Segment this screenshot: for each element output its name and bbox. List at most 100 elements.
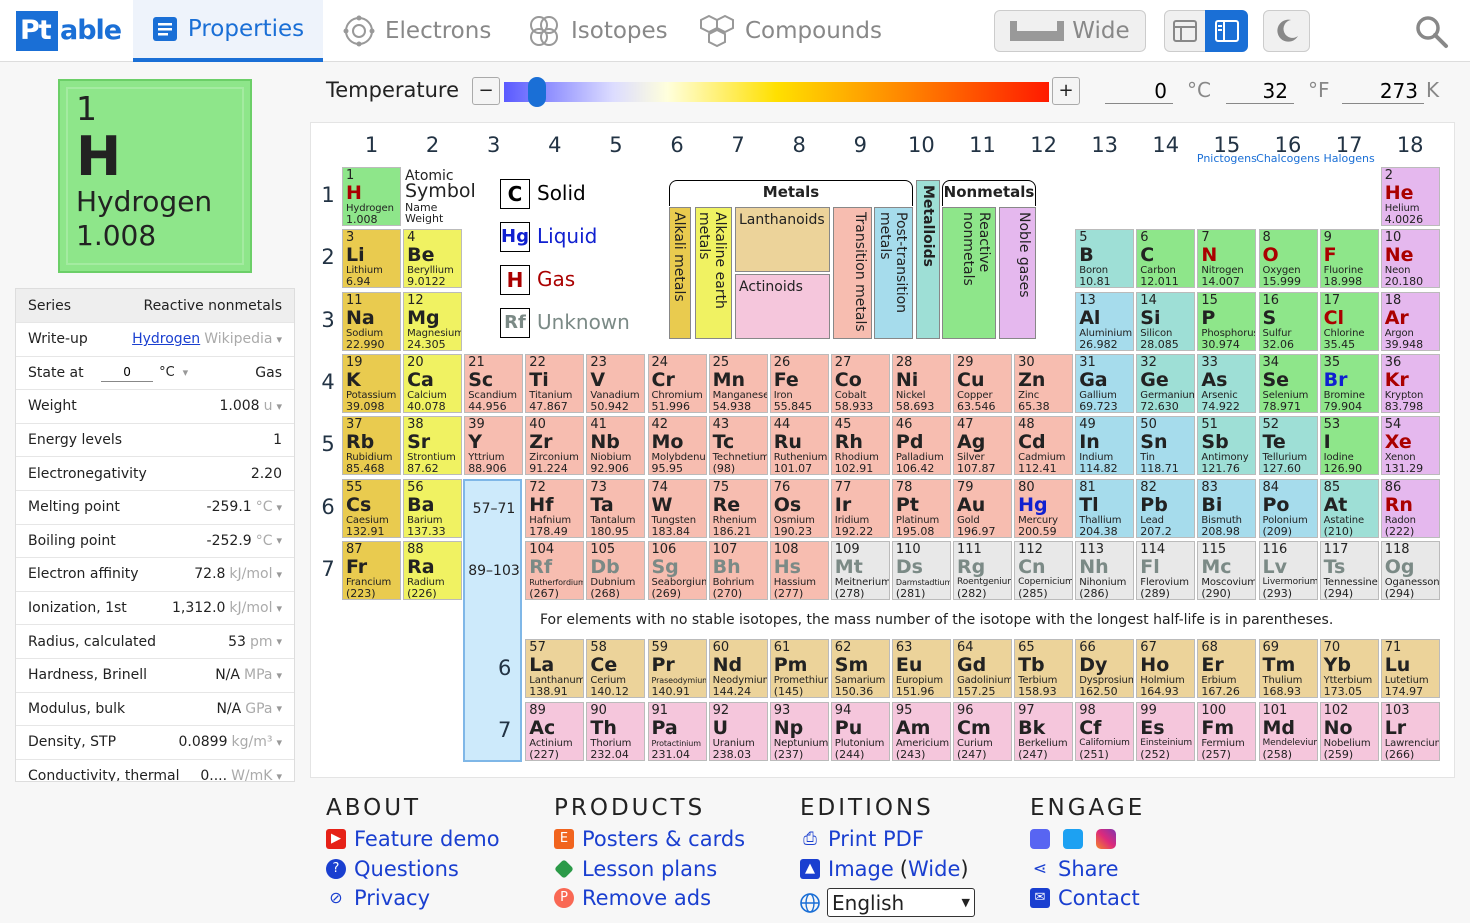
element-cell[interactable]: 22 Ti Titanium 47.867 (525, 353, 585, 413)
element-cell[interactable]: 7 N Nitrogen 14.007 (1197, 229, 1257, 289)
element-cell[interactable]: 53 I Iodine 126.90 (1319, 416, 1379, 476)
property-row[interactable]: Ionization, 1st 1,312.0 kJ/mol ▾ (16, 592, 294, 626)
element-cell[interactable]: 36 Kr Krypton 83.798 (1380, 353, 1440, 413)
element-cell[interactable]: 47 Ag Silver 107.87 (953, 416, 1012, 476)
period-number[interactable]: 7 (318, 557, 338, 581)
period-number[interactable]: 5 (318, 432, 338, 456)
element-cell[interactable]: 37 Rb Rubidium 85.468 (342, 416, 401, 476)
element-cell[interactable]: 108 Hs Hassium (277) (769, 540, 829, 600)
property-row[interactable]: Write-up Hydrogen Wikipedia ▾ (16, 323, 294, 357)
element-cell[interactable]: 66 Dy Dysprosium 162.50 (1075, 639, 1135, 698)
element-cell[interactable]: 82 Pb Lead 207.2 (1136, 478, 1196, 538)
property-row[interactable]: Radius, calculated 53 pm ▾ (16, 625, 294, 659)
element-cell[interactable]: 67 Ho Holmium 164.93 (1136, 639, 1196, 698)
tab-compounds[interactable]: Compounds (699, 0, 882, 62)
element-cell[interactable]: 11 Na Sodium 22.990 (342, 291, 401, 351)
element-cell[interactable]: 4 Be Beryllium 9.0122 (403, 229, 463, 289)
period-number[interactable]: 2 (318, 245, 338, 269)
legend-noble-gases[interactable]: Noble gases (999, 207, 1036, 339)
element-cell[interactable]: 61 Pm Promethium (145) (769, 639, 829, 698)
fahrenheit-input[interactable] (1226, 78, 1294, 104)
element-cell[interactable]: 103 Lr Lawrencium (266) (1380, 702, 1440, 761)
element-cell[interactable]: 17 Cl Chlorine 35.45 (1319, 291, 1379, 351)
element-cell[interactable]: 88 Ra Radium (226) (403, 540, 463, 600)
element-cell[interactable]: 48 Cd Cadmium 112.41 (1014, 416, 1074, 476)
layout-sidebar-button[interactable] (1205, 10, 1248, 52)
element-cell[interactable]: 29 Cu Copper 63.546 (953, 353, 1012, 413)
element-cell[interactable]: 116 Lv Livermorium (293) (1258, 540, 1318, 600)
element-cell[interactable]: 85 At Astatine (210) (1319, 478, 1379, 538)
group-number[interactable]: 12 (1014, 133, 1074, 157)
tab-electrons[interactable]: Electrons (343, 0, 491, 62)
element-cell[interactable]: 115 Mc Moscovium (290) (1197, 540, 1257, 600)
element-cell[interactable]: 86 Rn Radon (222) (1380, 478, 1440, 538)
element-cell[interactable]: 2 He Helium 4.0026 (1380, 167, 1440, 226)
period-number[interactable]: 1 (318, 183, 338, 207)
element-cell[interactable]: 59 Pr Praseodymium 140.91 (647, 639, 707, 698)
legend-actinoids[interactable]: Actinoids (735, 274, 830, 339)
tab-isotopes[interactable]: Isotopes (527, 0, 668, 62)
element-cell[interactable]: 62 Sm Samarium 150.36 (830, 639, 890, 698)
element-cell[interactable]: 52 Te Tellurium 127.60 (1258, 416, 1318, 476)
element-cell[interactable]: 92 U Uranium 238.03 (708, 702, 768, 761)
period-number[interactable]: 6 (318, 495, 338, 519)
element-cell[interactable]: 54 Xe Xenon 131.29 (1380, 416, 1440, 476)
element-cell[interactable]: 56 Ba Barium 137.33 (403, 478, 463, 538)
element-cell[interactable]: 73 Ta Tantalum 180.95 (586, 478, 646, 538)
element-cell[interactable]: 34 Se Selenium 78.971 (1258, 353, 1318, 413)
element-cell[interactable]: 64 Gd Gadolinium 157.25 (953, 639, 1012, 698)
element-cell[interactable]: 77 Ir Iridium 192.22 (830, 478, 890, 538)
element-cell[interactable]: 23 V Vanadium 50.942 (586, 353, 646, 413)
ptable-logo[interactable]: Pt able (16, 11, 122, 51)
element-cell[interactable]: 27 Co Cobalt 58.933 (830, 353, 890, 413)
element-cell[interactable]: 14 Si Silicon 28.085 (1136, 291, 1196, 351)
property-row[interactable]: Electron affinity 72.8 kJ/mol ▾ (16, 558, 294, 592)
element-cell[interactable]: 58 Ce Cerium 140.12 (586, 639, 646, 698)
temperature-decrease-button[interactable]: − (472, 77, 500, 105)
element-cell[interactable]: 44 Ru Ruthenium 101.07 (769, 416, 829, 476)
element-cell[interactable]: 117 Ts Tennessine (294) (1319, 540, 1379, 600)
group-number[interactable]: 14 (1136, 133, 1196, 157)
share-link[interactable]: ⋖ Share (1030, 857, 1119, 881)
property-row[interactable]: Boiling point -252.9 °C ▾ (16, 525, 294, 559)
element-cell[interactable]: 5 B Boron 10.81 (1075, 229, 1135, 289)
legend-reactive-nonmetals[interactable]: Reactive nonmetals (942, 207, 996, 339)
element-cell[interactable]: 40 Zr Zirconium 91.224 (525, 416, 585, 476)
element-cell[interactable]: 63 Eu Europium 151.96 (891, 639, 951, 698)
property-row[interactable]: Melting point -259.1 °C ▾ (16, 491, 294, 525)
element-cell[interactable]: 76 Os Osmium 190.23 (769, 478, 829, 538)
element-cell[interactable]: 30 Zn Zinc 65.38 (1014, 353, 1074, 413)
element-cell[interactable]: 55 Cs Caesium 132.91 (342, 478, 401, 538)
element-cell[interactable]: 97 Bk Berkelium (247) (1014, 702, 1074, 761)
group-number[interactable]: 13 (1075, 133, 1135, 157)
group-number[interactable]: 3 (464, 133, 524, 157)
element-cell[interactable]: 72 Hf Hafnium 178.49 (525, 478, 585, 538)
f-block-selector[interactable] (463, 479, 522, 762)
element-cell[interactable]: 91 Pa Protactinium 231.04 (647, 702, 707, 761)
element-cell[interactable]: 26 Fe Iron 55.845 (769, 353, 829, 413)
language-select[interactable]: English ▼ (827, 888, 975, 917)
element-cell[interactable]: 102 No Nobelium (259) (1319, 702, 1379, 761)
twitter-icon[interactable] (1063, 829, 1083, 849)
group-number[interactable]: 7 (708, 133, 768, 157)
property-row[interactable]: Electronegativity 2.20 (16, 457, 294, 491)
element-cell[interactable]: 6 C Carbon 12.011 (1136, 229, 1196, 289)
element-cell[interactable]: 60 Nd Neodymium 144.24 (708, 639, 768, 698)
element-cell[interactable]: 12 Mg Magnesium 24.305 (403, 291, 463, 351)
group-number[interactable]: 6 (647, 133, 707, 157)
element-cell[interactable]: 33 As Arsenic 74.922 (1197, 353, 1257, 413)
instagram-icon[interactable] (1096, 829, 1116, 849)
posters-link[interactable]: E Posters & cards (554, 827, 745, 851)
element-cell[interactable]: 68 Er Erbium 167.26 (1197, 639, 1257, 698)
element-cell[interactable]: 113 Nh Nihonium (286) (1075, 540, 1135, 600)
element-cell[interactable]: 35 Br Bromine 79.904 (1319, 353, 1379, 413)
element-cell[interactable]: 50 Sn Tin 118.71 (1136, 416, 1196, 476)
element-cell[interactable]: 101 Md Mendelevium (258) (1258, 702, 1318, 761)
element-cell[interactable]: 104 Rf Rutherfordium (267) (525, 540, 585, 600)
element-cell[interactable]: 98 Cf Californium (251) (1075, 702, 1135, 761)
questions-link[interactable]: ? Questions (326, 857, 459, 881)
element-cell[interactable]: 13 Al Aluminium 26.982 (1075, 291, 1135, 351)
element-cell[interactable]: 25 Mn Manganese 54.938 (708, 353, 768, 413)
state-temp-input[interactable] (101, 363, 154, 382)
element-cell[interactable]: 105 Db Dubnium (268) (586, 540, 646, 600)
